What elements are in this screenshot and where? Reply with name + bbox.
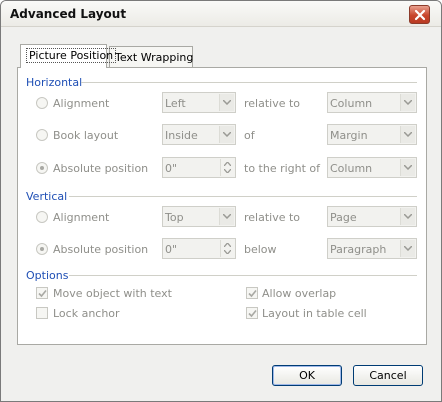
chevron-down-icon [223,100,231,105]
label-vertical-absolute: Absolute position [53,243,149,256]
spinner-vertical-absolute[interactable]: 0" [162,238,236,259]
spin-down-icon[interactable] [224,169,231,173]
select-vertical-alignment-target[interactable]: Page [327,206,417,227]
select-horizontal-alignment-target[interactable]: Column [327,92,417,113]
checkbox-layout-in-table-cell[interactable] [246,307,258,319]
chevron-down-icon [404,214,412,219]
label-horizontal-absolute: Absolute position [53,162,149,175]
spinner-horizontal-absolute[interactable]: 0" [162,157,236,178]
checkmark-icon [248,289,257,298]
radio-vertical-alignment[interactable] [36,211,48,223]
label-book-layout: Book layout [53,129,119,142]
spin-up-icon[interactable] [224,162,231,166]
radio-book-layout[interactable] [36,129,48,141]
section-horizontal-heading: Horizontal [26,76,83,89]
chevron-down-icon [223,132,231,137]
label-lock-anchor: Lock anchor [53,307,120,320]
chevron-down-icon [223,214,231,219]
select-vertical-alignment[interactable]: Top [162,206,236,227]
chevron-down-icon [404,100,412,105]
window-title: Advanced Layout [10,7,127,21]
label-of: of [244,129,255,142]
checkmark-icon [248,309,257,318]
select-horizontal-absolute-target[interactable]: Column [327,157,417,178]
divider [69,196,417,197]
label-below: below [244,243,277,256]
cancel-button[interactable]: Cancel [353,365,423,386]
select-book-layout-target[interactable]: Margin [327,124,417,145]
select-vertical-absolute-target[interactable]: Paragraph [327,238,417,259]
close-icon [414,9,426,21]
label-layout-in-table-cell: Layout in table cell [262,307,367,320]
section-options-heading: Options [26,269,69,282]
spin-up-icon[interactable] [224,243,231,247]
radio-horizontal-absolute[interactable] [36,162,48,174]
chevron-down-icon [404,246,412,251]
select-horizontal-alignment[interactable]: Left [162,92,236,113]
spin-down-icon[interactable] [224,250,231,254]
close-button[interactable] [409,5,430,24]
checkbox-move-with-text[interactable] [36,287,48,299]
ok-button[interactable]: OK [272,365,342,386]
radio-horizontal-alignment[interactable] [36,97,48,109]
label-horizontal-alignment: Alignment [53,97,110,110]
advanced-layout-dialog: Advanced Layout Picture Position Text Wr… [0,0,442,402]
divider [81,82,417,83]
checkmark-icon [38,289,47,298]
select-book-layout[interactable]: Inside [162,124,236,145]
chevron-down-icon [404,165,412,170]
label-relative-to: relative to [244,211,301,224]
title-bar: Advanced Layout [1,1,441,27]
label-allow-overlap: Allow overlap [262,287,337,300]
checkbox-allow-overlap[interactable] [246,287,258,299]
divider [69,275,417,276]
chevron-down-icon [404,132,412,137]
tab-picture-position[interactable]: Picture Position [20,44,117,68]
tab-text-wrapping[interactable]: Text Wrapping [109,46,193,68]
label-to-the-right-of: to the right of [244,162,321,175]
label-move-with-text: Move object with text [53,287,172,300]
checkbox-lock-anchor[interactable] [36,307,48,319]
radio-vertical-absolute[interactable] [36,243,48,255]
section-vertical-heading: Vertical [26,190,68,203]
label-vertical-alignment: Alignment [53,211,110,224]
label-relative-to: relative to [244,97,301,110]
